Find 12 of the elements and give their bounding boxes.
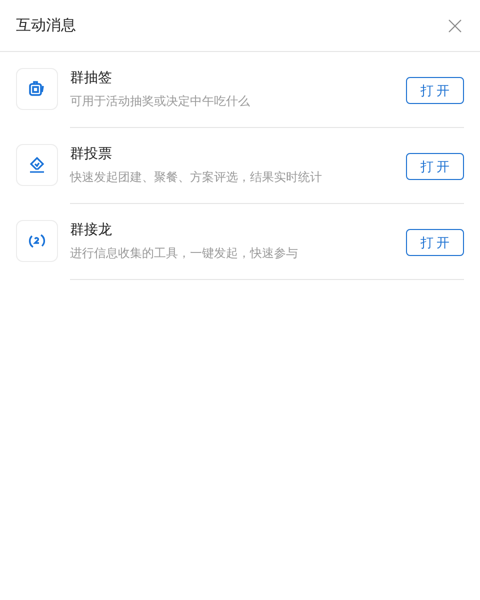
dialog-title: 互动消息 (16, 16, 76, 35)
open-button[interactable]: 打开 (406, 77, 464, 104)
open-button[interactable]: 打开 (406, 229, 464, 256)
ballot-icon (27, 155, 47, 175)
close-icon[interactable] (448, 18, 462, 32)
app-description: 进行信息收集的工具，一键发起，快速参与 (70, 245, 298, 262)
app-description: 快速发起团建、聚餐、方案评选，结果实时统计 (70, 169, 322, 186)
app-name: 群接龙 (70, 221, 113, 239)
app-name: 群抽签 (70, 69, 113, 87)
open-button[interactable]: 打开 (406, 153, 464, 180)
app-name: 群投票 (70, 145, 113, 163)
app-description: 可用于活动抽奖或决定中午吃什么 (70, 93, 250, 110)
